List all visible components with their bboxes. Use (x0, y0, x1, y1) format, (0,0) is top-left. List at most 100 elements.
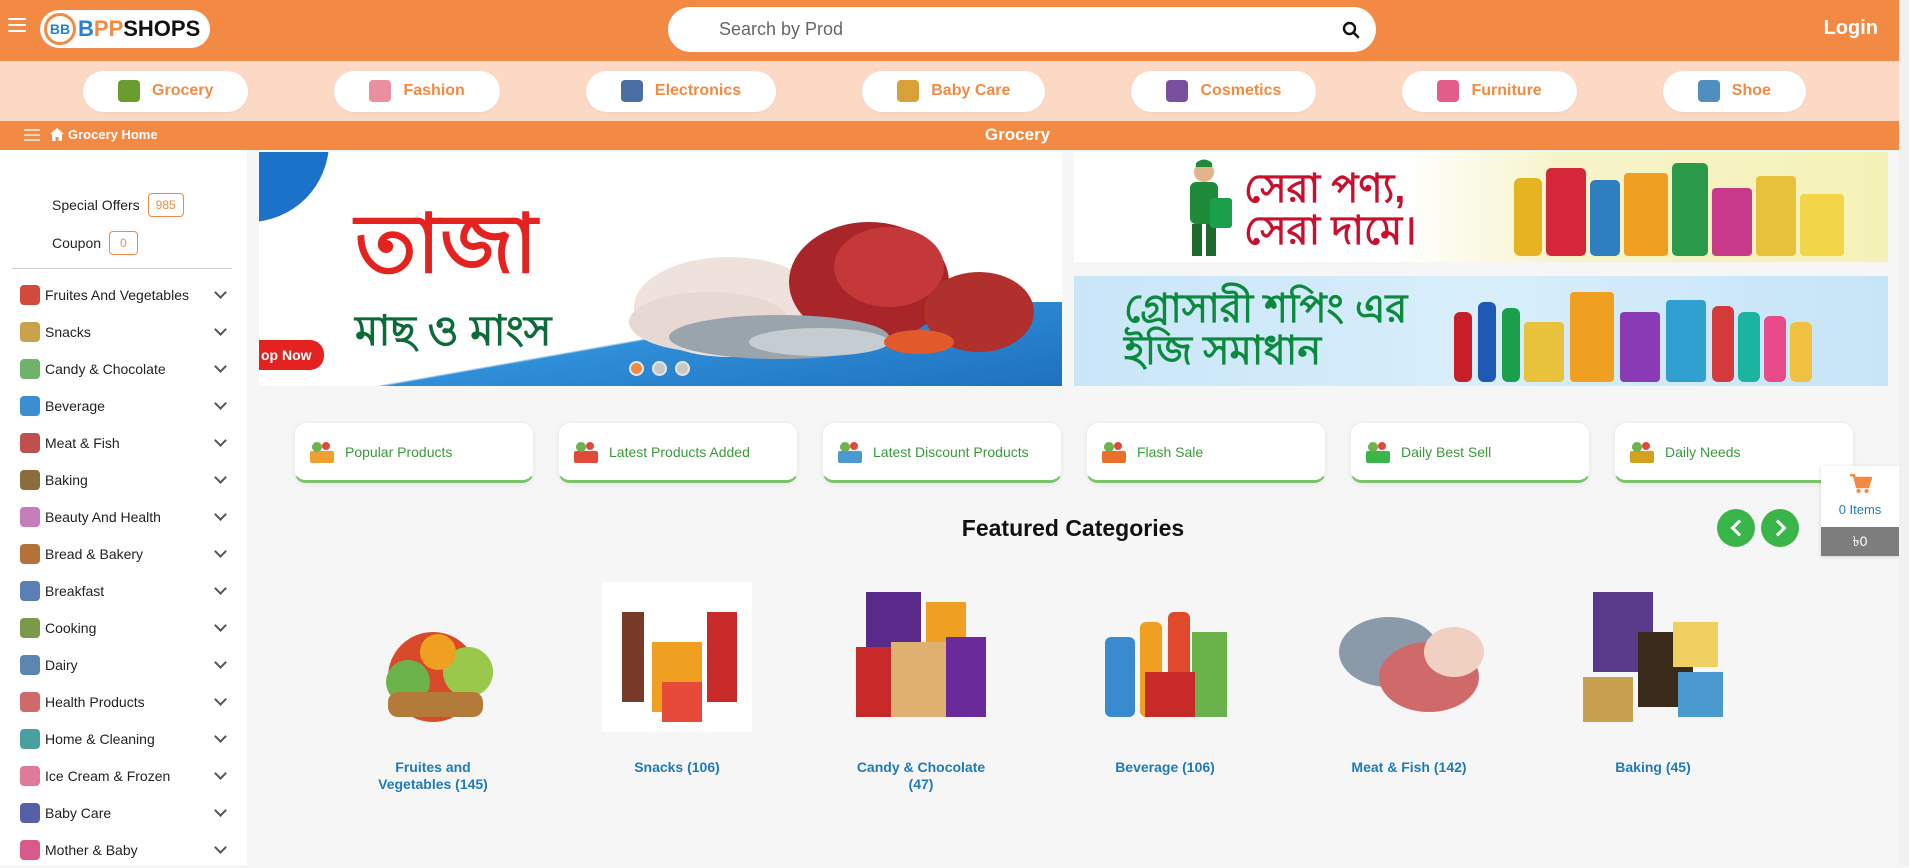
chevron-down-icon[interactable] (214, 581, 227, 595)
sidebar-item-beverage[interactable]: Beverage (0, 387, 247, 424)
sidebar-item-snacks[interactable]: Snacks (0, 313, 247, 350)
sidebar-item-mother-baby[interactable]: Mother & Baby (0, 831, 247, 868)
chevron-down-icon[interactable] (214, 544, 227, 558)
category-pill-shoe[interactable]: Shoe (1662, 70, 1806, 112)
page-scrollbar[interactable] (1899, 0, 1909, 865)
meat-fish-image (629, 222, 1034, 359)
chevron-down-icon[interactable] (214, 618, 227, 632)
sidebar-item-label: Cooking (45, 619, 97, 636)
sidebar-item-meat-fish[interactable]: Meat & Fish (0, 424, 247, 461)
category-pill-electronics[interactable]: Electronics (585, 70, 777, 112)
sidebar-item-label: Fruites And Vegetables (45, 286, 189, 303)
category-icon (20, 358, 40, 379)
product-tab-label: Latest Discount Products (873, 443, 1029, 460)
side-banner-2-text: গ্রোসারী শপিং এর ইজি সমাধান (1124, 287, 1408, 373)
featured-prev-button[interactable] (1717, 509, 1755, 547)
sidebar-divider (12, 268, 232, 269)
product-tab-latest-discount-products[interactable]: Latest Discount Products (822, 422, 1062, 483)
category-icon (20, 321, 40, 342)
category-pill-grocery[interactable]: Grocery (83, 70, 249, 112)
chevron-left-icon (1730, 519, 1747, 537)
coupon-link[interactable]: Coupon 0 (52, 231, 138, 255)
carousel-dot-1[interactable] (629, 361, 644, 376)
site-logo[interactable]: BB BPPSHOPS (40, 10, 210, 48)
sidebar-item-label: Beverage (45, 397, 105, 414)
chevron-down-icon[interactable] (214, 655, 227, 669)
category-pill-label: Fashion (403, 82, 465, 99)
special-offers-link[interactable]: Special Offers 985 (52, 193, 184, 217)
chevron-down-icon[interactable] (214, 322, 227, 336)
shop-now-button[interactable]: op Now (259, 340, 324, 370)
category-icon (20, 728, 40, 749)
product-tab-icon (1366, 441, 1390, 463)
login-button[interactable]: Login (1824, 17, 1878, 40)
sidebar-item-dairy[interactable]: Dairy (0, 646, 247, 683)
category-pill-fashion[interactable]: Fashion (334, 70, 500, 112)
main-banner-carousel[interactable]: তাজা মাছ ও মাংস op Now (259, 152, 1062, 386)
sidebar-item-health-products[interactable]: Health Products (0, 683, 247, 720)
search-input[interactable] (719, 19, 1342, 40)
chevron-down-icon[interactable] (214, 470, 227, 484)
sidebar-item-ice-cream-frozen[interactable]: Ice Cream & Frozen (0, 757, 247, 794)
sidebar-item-home-cleaning[interactable]: Home & Cleaning (0, 720, 247, 757)
category-pill-furniture[interactable]: Furniture (1402, 70, 1577, 112)
category-icon (20, 691, 40, 712)
search-icon[interactable] (1342, 21, 1360, 39)
category-pill-label: Cosmetics (1200, 82, 1282, 99)
banner-subtitle: মাছ ও মাংস (355, 307, 552, 354)
sidebar-item-label: Baking (45, 471, 88, 488)
category-sidebar: Special Offers 985 Coupon 0 Fruites And … (0, 150, 247, 865)
side-banner-best-products[interactable]: সেরা পণ্য, সেরা দামে। (1074, 152, 1888, 262)
chevron-down-icon[interactable] (214, 692, 227, 706)
category-icon (20, 469, 40, 490)
product-tab-icon (574, 441, 598, 463)
special-offers-badge: 985 (147, 193, 184, 217)
carousel-dot-3[interactable] (675, 361, 690, 376)
category-pill-cosmetics[interactable]: Cosmetics (1131, 70, 1317, 112)
featured-category-card[interactable]: Meat & Fish (142) (1314, 582, 1504, 776)
product-tab-icon (1630, 441, 1654, 463)
sidebar-item-bread-bakery[interactable]: Bread & Bakery (0, 535, 247, 572)
featured-category-card[interactable]: Fruites and Vegetables (145) (338, 582, 528, 793)
featured-category-card[interactable]: Baking (45) (1558, 582, 1748, 776)
sidebar-item-baking[interactable]: Baking (0, 461, 247, 498)
sidebar-item-breakfast[interactable]: Breakfast (0, 572, 247, 609)
chevron-down-icon[interactable] (214, 359, 227, 373)
sidebar-item-cooking[interactable]: Cooking (0, 609, 247, 646)
sidebar-item-candy-chocolate[interactable]: Candy & Chocolate (0, 350, 247, 387)
chevron-down-icon[interactable] (214, 507, 227, 521)
sidebar-item-baby-care[interactable]: Baby Care (0, 794, 247, 831)
featured-next-button[interactable] (1761, 509, 1799, 547)
floating-cart[interactable]: 0 Items ৳0 (1821, 466, 1899, 556)
product-tab-label: Daily Needs (1665, 443, 1741, 460)
product-tab-flash-sale[interactable]: Flash Sale (1086, 422, 1326, 483)
sidebar-item-fruites-and-vegetables[interactable]: Fruites And Vegetables (0, 276, 247, 313)
product-tab-latest-products-added[interactable]: Latest Products Added (558, 422, 798, 483)
featured-category-image (856, 592, 986, 717)
product-tab-popular-products[interactable]: Popular Products (294, 422, 534, 483)
featured-category-card[interactable]: Candy & Chocolate (47) (826, 582, 1016, 793)
featured-category-card[interactable]: Snacks (106) (582, 582, 772, 776)
product-tab-daily-best-sell[interactable]: Daily Best Sell (1350, 422, 1590, 483)
chevron-down-icon[interactable] (214, 840, 227, 854)
chevron-down-icon[interactable] (214, 766, 227, 780)
featured-category-card[interactable]: Beverage (106) (1070, 582, 1260, 776)
side-banner-easy-solution[interactable]: গ্রোসারী শপিং এর ইজি সমাধান (1074, 276, 1888, 386)
chevron-down-icon[interactable] (214, 285, 227, 299)
chevron-down-icon[interactable] (214, 729, 227, 743)
category-icon (20, 765, 40, 786)
category-icon (20, 395, 40, 416)
featured-category-image (602, 582, 752, 732)
sidebar-item-beauty-and-health[interactable]: Beauty And Health (0, 498, 247, 535)
chevron-down-icon[interactable] (214, 433, 227, 447)
chevron-down-icon[interactable] (214, 803, 227, 817)
category-pill-baby-care[interactable]: Baby Care (862, 70, 1046, 112)
menu-icon[interactable] (8, 18, 26, 34)
product-tab-daily-needs[interactable]: Daily Needs (1614, 422, 1854, 483)
chevron-down-icon[interactable] (214, 396, 227, 410)
category-pill-label: Baby Care (931, 82, 1011, 99)
category-icon (20, 802, 40, 823)
carousel-dot-2[interactable] (652, 361, 667, 376)
chevron-right-icon (1769, 519, 1786, 537)
cart-icon (1850, 474, 1872, 493)
